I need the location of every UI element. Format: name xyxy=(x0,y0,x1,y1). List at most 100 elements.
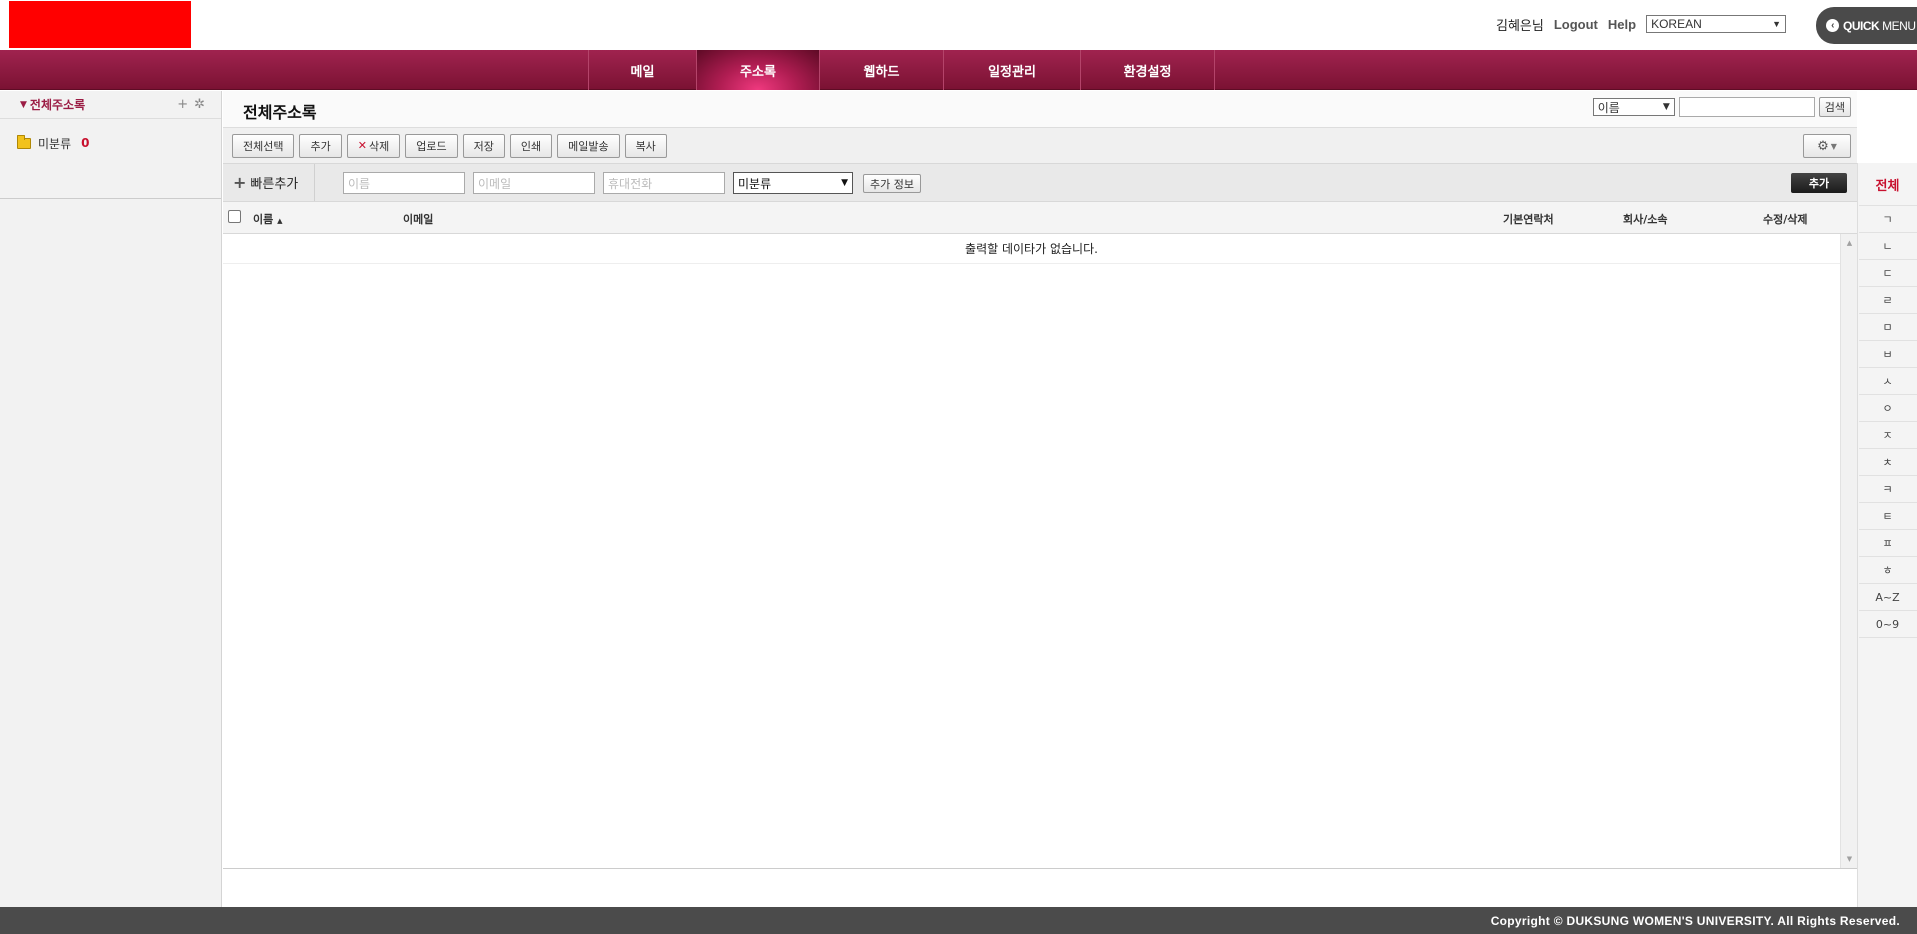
table-header: 이름 ▲ 이메일 기본연락처 회사/소속 수정/삭제 xyxy=(223,202,1857,234)
index-item[interactable]: ㄹ xyxy=(1858,287,1917,314)
quick-menu-label: MENU xyxy=(1882,18,1916,33)
index-item[interactable]: 0~9 xyxy=(1858,611,1917,638)
upload-button[interactable]: 업로드 xyxy=(405,133,458,158)
nav-item-settings[interactable]: 환경설정 xyxy=(1080,50,1215,90)
vertical-scrollbar[interactable]: ▲ ▼ xyxy=(1840,234,1857,868)
sidebar-item-unclassified[interactable]: 미분류 0 xyxy=(17,134,221,151)
copy-button[interactable]: 복사 xyxy=(624,133,667,158)
index-item[interactable]: ㄷ xyxy=(1858,260,1917,287)
toolbar: 전체선택 추가 ✕ 삭제 업로드 저장 인쇄 메일발송 복사 ⚙ ▼ xyxy=(223,128,1857,164)
index-item[interactable]: ㅅ xyxy=(1858,368,1917,395)
delete-label: 삭제 xyxy=(368,139,390,153)
index-item[interactable]: ㅊ xyxy=(1858,449,1917,476)
index-all[interactable]: 전체 xyxy=(1858,163,1917,206)
scroll-up-icon[interactable]: ▲ xyxy=(1841,236,1858,250)
search-field-value: 이름 xyxy=(1597,100,1620,115)
index-item[interactable]: ㄱ xyxy=(1858,206,1917,233)
column-edit-delete: 수정/삭제 xyxy=(1763,213,1808,226)
add-group-icon[interactable]: + xyxy=(177,97,188,112)
sidebar-tools: + ✲ xyxy=(177,97,205,112)
caret-down-icon: ▼ xyxy=(1830,141,1837,151)
folder-count: 0 xyxy=(81,136,90,150)
quick-add-label: + 빠른추가 xyxy=(223,164,315,201)
save-button[interactable]: 저장 xyxy=(462,133,505,158)
help-link[interactable]: Help xyxy=(1608,17,1636,32)
column-contact: 기본연락처 xyxy=(1503,213,1554,226)
copyright-text: Copyright © DUKSUNG WOMEN'S UNIVERSITY. … xyxy=(1490,913,1900,928)
sort-asc-icon: ▲ xyxy=(277,217,283,225)
initial-index: 전체 ㄱ ㄴ ㄷ ㄹ ㅁ ㅂ ㅅ ㅇ ㅈ ㅊ ㅋ ㅌ ㅍ ㅎ A~Z 0~9 xyxy=(1857,163,1917,907)
group-select-value: 미분류 xyxy=(738,176,772,191)
quick-add-submit-button[interactable]: 추가 xyxy=(1791,173,1847,193)
close-icon: ✕ xyxy=(357,139,367,152)
column-name-label: 이름 xyxy=(253,213,274,226)
chevron-down-icon: ▼ xyxy=(1772,19,1782,29)
index-item[interactable]: ㅎ xyxy=(1858,557,1917,584)
column-company: 회사/소속 xyxy=(1623,213,1668,226)
index-item[interactable]: ㅂ xyxy=(1858,341,1917,368)
column-email: 이메일 xyxy=(403,213,434,226)
index-item[interactable]: ㄴ xyxy=(1858,233,1917,260)
index-item[interactable]: ㅇ xyxy=(1858,395,1917,422)
index-item[interactable]: ㅈ xyxy=(1858,422,1917,449)
email-input[interactable]: 이메일 xyxy=(473,172,595,194)
scroll-down-icon[interactable]: ▼ xyxy=(1841,852,1858,866)
plus-icon: + xyxy=(233,173,247,192)
chevron-down-icon: ▼ xyxy=(1662,102,1670,112)
print-button[interactable]: 인쇄 xyxy=(509,133,553,158)
collapse-triangle-icon[interactable]: ▼ xyxy=(20,100,27,110)
index-item[interactable]: ㅌ xyxy=(1858,503,1917,530)
search-field-select[interactable]: 이름 ▼ xyxy=(1592,98,1675,116)
select-all-checkbox[interactable] xyxy=(228,210,241,223)
nav-item-address-book[interactable]: 주소록 xyxy=(696,50,819,90)
logout-link[interactable]: Logout xyxy=(1554,17,1598,32)
quick-menu-button[interactable]: ‹ QUICK MENU xyxy=(1816,7,1917,44)
index-item[interactable]: ㅍ xyxy=(1858,530,1917,557)
search-button[interactable]: 검색 xyxy=(1818,97,1851,117)
language-select[interactable]: KOREAN ▼ xyxy=(1646,15,1787,33)
quick-add-text: 빠른추가 xyxy=(250,177,299,192)
nav-items: 메일 주소록 웹하드 일정관리 환경설정 xyxy=(588,50,1215,90)
nav-item-mail[interactable]: 메일 xyxy=(588,50,696,90)
logo[interactable] xyxy=(9,1,191,48)
send-mail-button[interactable]: 메일발송 xyxy=(557,133,620,158)
main-nav: 메일 주소록 웹하드 일정관리 환경설정 xyxy=(0,50,1917,90)
chevron-down-icon: ▼ xyxy=(841,178,848,188)
phone-input[interactable]: 휴대전화 xyxy=(603,172,725,194)
user-area: 김혜은님 Logout Help KOREAN ▼ xyxy=(1496,15,1787,34)
search-area: 이름 ▼ 검색 xyxy=(1592,97,1851,117)
quick-menu-label-strong: QUICK xyxy=(1843,18,1880,33)
page-title: 전체주소록 xyxy=(243,103,317,122)
user-name: 김혜은님 xyxy=(1496,18,1544,34)
gear-icon[interactable]: ✲ xyxy=(194,97,205,112)
delete-button[interactable]: ✕ 삭제 xyxy=(346,133,401,158)
chevron-left-icon: ‹ xyxy=(1826,19,1839,32)
gear-icon: ⚙ xyxy=(1817,138,1829,154)
sidebar: ▼ 전체주소록 + ✲ 미분류 0 xyxy=(0,91,222,907)
index-item[interactable]: ㅁ xyxy=(1858,314,1917,341)
sidebar-title[interactable]: 전체주소록 xyxy=(30,96,85,113)
index-item[interactable]: A~Z xyxy=(1858,584,1917,611)
select-all-button[interactable]: 전체선택 xyxy=(232,133,295,158)
add-button[interactable]: 추가 xyxy=(299,133,342,158)
settings-dropdown-button[interactable]: ⚙ ▼ xyxy=(1803,134,1851,158)
nav-item-webhard[interactable]: 웹하드 xyxy=(819,50,943,90)
folder-icon xyxy=(17,134,31,149)
index-item[interactable]: ㅋ xyxy=(1858,476,1917,503)
folder-list: 미분류 0 xyxy=(0,119,221,199)
footer: Copyright © DUKSUNG WOMEN'S UNIVERSITY. … xyxy=(0,907,1917,934)
main-content: 전체주소록 이름 ▼ 검색 전체선택 추가 ✕ 삭제 업로드 저장 인쇄 메일발송… xyxy=(223,91,1857,908)
table-footer xyxy=(223,868,1857,908)
main-header: 전체주소록 이름 ▼ 검색 xyxy=(223,91,1857,128)
nav-item-schedule[interactable]: 일정관리 xyxy=(943,50,1080,90)
table-body: 출력할 데이타가 없습니다. ▲ ▼ xyxy=(223,234,1857,868)
more-info-button[interactable]: 추가 정보 xyxy=(863,174,921,193)
column-name[interactable]: 이름 ▲ xyxy=(253,211,282,227)
quick-add-bar: + 빠른추가 이름 이메일 휴대전화 미분류 ▼ 추가 정보 추가 xyxy=(223,164,1857,202)
folder-label: 미분류 xyxy=(38,136,72,151)
search-input[interactable] xyxy=(1678,97,1815,117)
language-value: KOREAN xyxy=(1651,17,1702,31)
group-select[interactable]: 미분류 ▼ xyxy=(733,172,853,194)
name-input[interactable]: 이름 xyxy=(343,172,465,194)
top-header: 김혜은님 Logout Help KOREAN ▼ ‹ QUICK MENU xyxy=(0,0,1917,50)
